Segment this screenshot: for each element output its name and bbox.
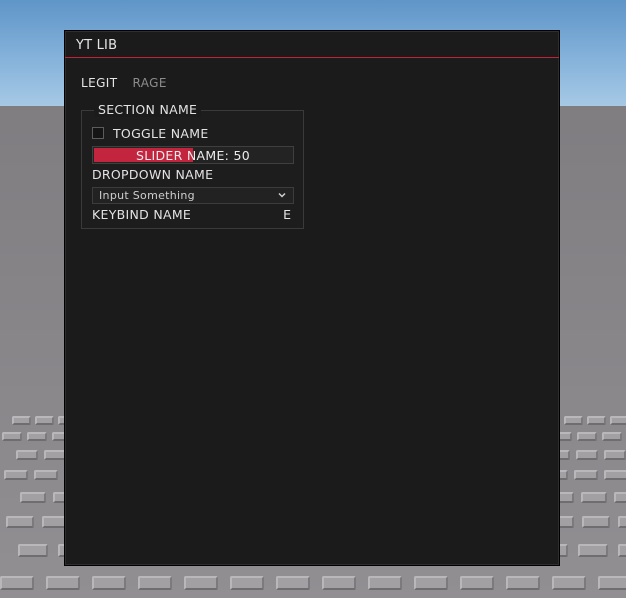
baseplate-stud [230,576,264,590]
title-bar[interactable]: YT LIB [65,31,559,58]
baseplate-stud [27,432,47,441]
baseplate-stud [564,416,583,425]
baseplate-stud [574,470,598,480]
baseplate-stud [138,576,172,590]
toggle-checkbox[interactable] [92,127,104,139]
section-panel: SECTION NAME TOGGLE NAME SLIDER NAME: 50… [81,102,304,229]
baseplate-stud [604,450,626,460]
keybind-key[interactable]: E [283,207,291,222]
baseplate-stud [322,576,356,590]
chevron-down-icon [278,192,286,198]
baseplate-stud [604,470,626,480]
baseplate-stud [20,492,46,503]
baseplate-stud [598,576,626,590]
tab-rage[interactable]: RAGE [133,76,167,90]
baseplate-stud [414,576,448,590]
baseplate-stud [46,576,80,590]
baseplate-stud [2,432,22,441]
baseplate-stud [552,576,586,590]
baseplate-stud [578,544,608,557]
baseplate-stud [184,576,218,590]
baseplate-stud [460,576,494,590]
baseplate-stud [4,470,28,480]
baseplate-stud [577,432,597,441]
baseplate-stud [582,516,610,528]
toggle-label: TOGGLE NAME [113,126,209,141]
baseplate-stud [44,450,66,460]
baseplate-stud [18,544,48,557]
baseplate-stud [618,516,626,528]
ui-library-window: YT LIB LEGIT RAGE SECTION NAME TOGGLE NA… [64,30,560,566]
slider[interactable]: SLIDER NAME: 50 [92,146,294,164]
baseplate-stud [35,416,54,425]
baseplate-stud [34,470,58,480]
tab-legit[interactable]: LEGIT [81,76,117,90]
dropdown-label: DROPDOWN NAME [92,167,214,182]
baseplate-stud [581,492,607,503]
baseplate-stud [610,416,626,425]
baseplate-stud [618,544,626,557]
tab-bar: LEGIT RAGE [81,72,177,90]
slider-label: SLIDER NAME: 50 [136,148,250,163]
baseplate-stud [587,416,606,425]
baseplate-stud [16,450,38,460]
section-title: SECTION NAME [94,102,202,117]
dropdown-value: Input Something [99,189,195,202]
keybind-label: KEYBIND NAME [92,207,192,222]
baseplate-stud [92,576,126,590]
baseplate-stud [602,432,622,441]
baseplate-stud [614,492,626,503]
baseplate-stud [506,576,540,590]
window-title: YT LIB [76,38,118,53]
baseplate-stud [276,576,310,590]
dropdown-select[interactable]: Input Something [92,187,294,204]
baseplate-stud [368,576,402,590]
baseplate-stud [576,450,598,460]
baseplate-stud [0,576,34,590]
baseplate-stud [6,516,34,528]
baseplate-stud [12,416,31,425]
